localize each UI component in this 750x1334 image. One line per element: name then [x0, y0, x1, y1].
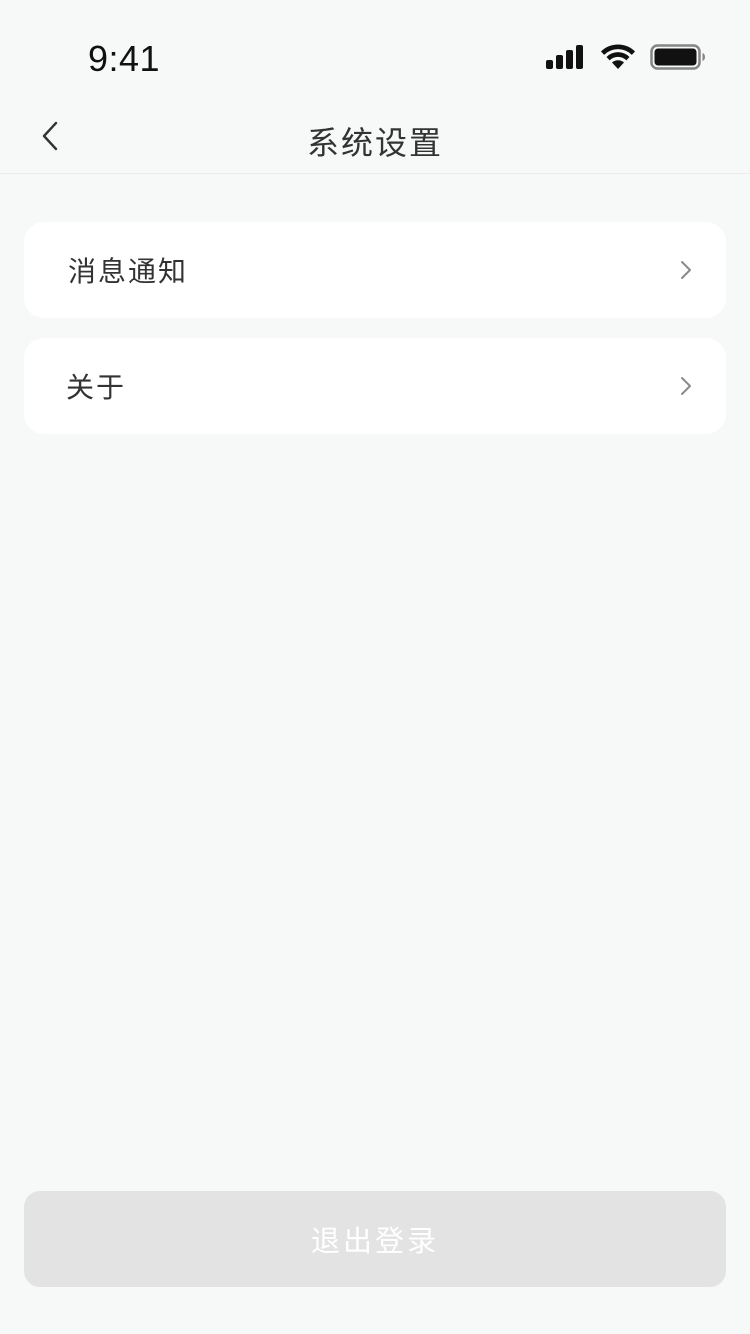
- logout-label: 退出登录: [310, 1224, 439, 1258]
- chevron-right-icon: [676, 258, 696, 282]
- wifi-icon: [600, 44, 636, 74]
- chevron-right-icon: [676, 374, 696, 398]
- nav-bar: 系统设置: [0, 100, 750, 174]
- menu-item-about[interactable]: 关于: [24, 338, 726, 434]
- battery-icon: [650, 44, 706, 74]
- status-icons: [546, 42, 706, 76]
- status-time: 9:41: [88, 38, 161, 79]
- signal-icon: [546, 45, 586, 73]
- menu-item-label: 关于: [66, 371, 127, 404]
- menu-item-notifications[interactable]: 消息通知: [24, 222, 726, 318]
- status-bar: 9:41: [0, 0, 750, 100]
- menu-item-label: 消息通知: [68, 255, 189, 288]
- logout-button[interactable]: 退出登录: [24, 1191, 726, 1287]
- page-title: 系统设置: [306, 124, 443, 162]
